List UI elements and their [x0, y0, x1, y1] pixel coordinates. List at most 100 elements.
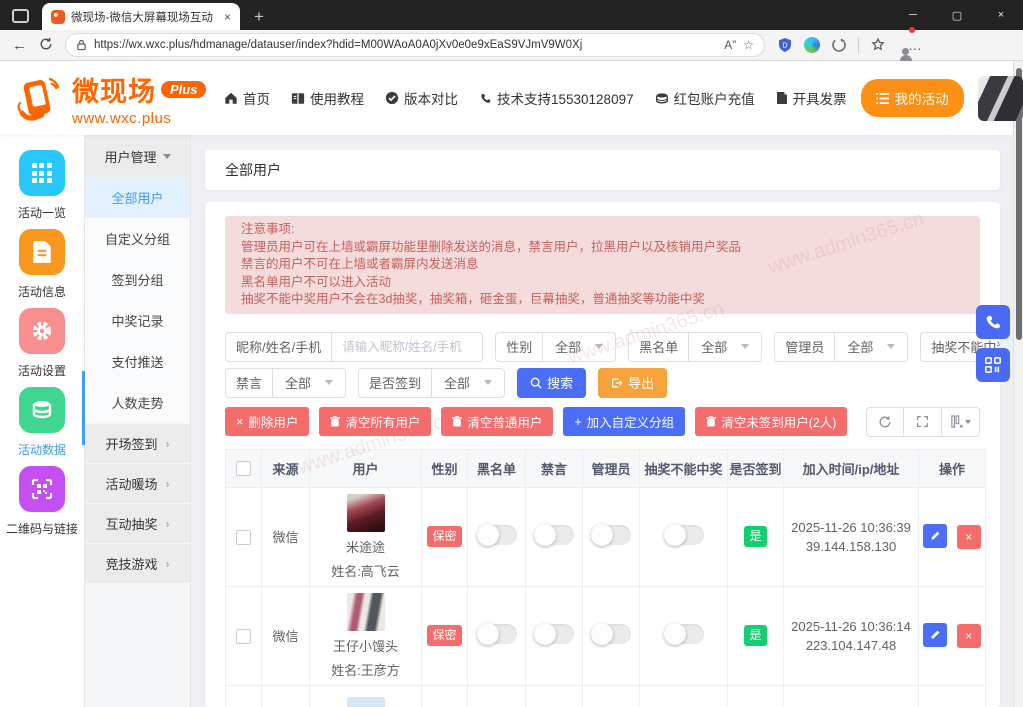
contact-phone-button[interactable] [976, 305, 1010, 339]
delete-users-button[interactable]: ×删除用户 [225, 407, 309, 436]
submenu-item-custom-groups[interactable]: 自定义分组 [85, 218, 190, 259]
table-header-row: 来源 用户 性别 黑名单 禁言 管理员 抽奖不能中奖 是否签到 加入时间/ip/… [226, 449, 986, 487]
collections-icon[interactable] [870, 37, 886, 53]
nowin-toggle[interactable] [664, 624, 704, 644]
submenu-item-headcount-trend[interactable]: 人数走势 [85, 382, 190, 423]
page-scrollbar[interactable] [1013, 61, 1023, 707]
delete-user-button[interactable]: × [957, 525, 981, 549]
row-checkbox[interactable] [236, 530, 251, 545]
user-realname: 姓名:王彦方 [331, 660, 400, 679]
maximize-button[interactable]: ▢ [935, 0, 979, 30]
edit-user-button[interactable] [923, 623, 947, 647]
col-source: 来源 [262, 449, 310, 487]
read-aloud-icon[interactable]: A” [724, 38, 736, 52]
mute-toggle[interactable] [534, 624, 574, 644]
gender-select[interactable]: 全部 [543, 337, 615, 356]
admin-toggle[interactable] [591, 624, 631, 644]
search-button[interactable]: 搜索 [517, 368, 586, 398]
close-button[interactable]: × [979, 0, 1023, 30]
grid-icon [19, 150, 65, 196]
nav-redpacket-recharge[interactable]: 红包账户充值 [655, 88, 755, 108]
submenu-group-games[interactable]: 竞技游戏› [85, 543, 190, 583]
minimize-button[interactable]: ─ [891, 0, 935, 30]
document-icon [776, 91, 788, 105]
sidebar-item-qrcode-links[interactable]: 二维码与链接 [6, 466, 78, 537]
nav-invoice[interactable]: 开具发票 [776, 88, 847, 108]
nav-tutorial[interactable]: 使用教程 [291, 88, 364, 108]
blacklist-toggle[interactable] [477, 624, 517, 644]
blacklist-select[interactable]: 全部 [689, 337, 761, 356]
database-icon [19, 387, 65, 433]
submenu-item-signin-groups[interactable]: 签到分组 [85, 259, 190, 300]
notice-line: 注意事项: [241, 221, 964, 239]
password-shield-icon[interactable]: D [777, 37, 793, 53]
site-logo[interactable]: 微现场 Plus www.wxc.plus [14, 70, 210, 127]
new-tab-button[interactable]: + [254, 8, 264, 25]
qrcode-panel-button[interactable] [976, 348, 1010, 382]
favorite-star-icon[interactable]: ☆ [743, 38, 754, 52]
export-button[interactable]: 导出 [598, 368, 667, 398]
chevron-right-icon: › [166, 437, 170, 451]
gear-icon [19, 308, 65, 354]
lock-icon [76, 39, 87, 51]
nav-version-compare[interactable]: 版本对比 [385, 88, 458, 108]
submenu-group-opening-signin[interactable]: 开场签到› [85, 423, 190, 463]
refresh-button[interactable] [39, 37, 53, 54]
admin-select[interactable]: 全部 [835, 337, 907, 356]
user-avatar [347, 697, 385, 707]
sidebar-item-activity-info[interactable]: 活动信息 [18, 229, 66, 300]
column-settings-button[interactable] [942, 407, 980, 437]
submenu-group-lucky-draw[interactable]: 互动抽奖› [85, 503, 190, 543]
mute-toggle[interactable] [534, 525, 574, 545]
keyword-input[interactable] [332, 340, 482, 354]
my-activity-button[interactable]: 我的活动 [861, 79, 964, 117]
filter-row-1: 昵称/姓名/手机 性别 全部 黑名单 全部 [225, 332, 980, 362]
keyword-filter: 昵称/姓名/手机 [225, 332, 483, 362]
x-icon: × [236, 415, 243, 429]
submenu-group-user-management[interactable]: 用户管理 [85, 135, 190, 177]
add-to-custom-group-button[interactable]: +加入自定义分组 [563, 407, 685, 436]
extension-icon[interactable] [831, 37, 847, 53]
signin-select[interactable]: 全部 [432, 373, 504, 392]
col-user: 用户 [310, 449, 422, 487]
select-all-checkbox[interactable] [236, 461, 251, 476]
submenu-item-win-records[interactable]: 中奖记录 [85, 300, 190, 341]
document-icon [19, 229, 65, 275]
tab-actions-icon[interactable] [12, 9, 29, 23]
clear-unsigned-users-button[interactable]: 清空未签到用户(2人) [695, 407, 847, 436]
settings-more-icon[interactable]: … [908, 37, 922, 53]
delete-user-button[interactable]: × [957, 624, 981, 648]
chevron-right-icon: › [166, 477, 170, 491]
submenu-item-payment-push[interactable]: 支付推送 [85, 341, 190, 382]
address-bar[interactable]: https://wx.wxc.plus/hdmanage/datauser/in… [65, 33, 765, 57]
chevron-down-icon [595, 344, 603, 349]
nav-tech-support[interactable]: 技术支持15530128097 [479, 88, 634, 108]
edit-user-button[interactable] [923, 524, 947, 548]
sidebar-item-activity-overview[interactable]: 活动一览 [18, 150, 66, 221]
tab-close-icon[interactable]: × [224, 10, 231, 24]
admin-toggle[interactable] [591, 525, 631, 545]
mute-select[interactable]: 全部 [273, 373, 345, 392]
x-icon: × [965, 530, 972, 544]
clear-all-users-button[interactable]: 清空所有用户 [319, 407, 431, 436]
submenu-group-warmup[interactable]: 活动暖场› [85, 463, 190, 503]
tab-title: 微现场-微信大屏幕现场互动服务 [71, 9, 213, 25]
row-checkbox[interactable] [236, 629, 251, 644]
nav-home[interactable]: 首页 [224, 88, 270, 108]
back-button[interactable]: ← [12, 38, 27, 53]
clear-normal-users-button[interactable]: 清空普通用户 [441, 407, 553, 436]
nowin-toggle[interactable] [664, 525, 704, 545]
submenu-item-all-users[interactable]: 全部用户 [85, 177, 190, 218]
sidebar-item-activity-data[interactable]: 活动数据 [18, 387, 66, 458]
signin-badge: 是 [744, 526, 766, 546]
browser-logo-icon[interactable] [804, 37, 820, 53]
plus-icon: + [574, 415, 581, 429]
sidebar-item-activity-settings[interactable]: 活动设置 [18, 308, 66, 379]
refresh-icon [878, 415, 892, 429]
user-avatar[interactable] [978, 76, 1023, 121]
refresh-table-button[interactable] [866, 407, 904, 437]
col-admin: 管理员 [583, 449, 640, 487]
blacklist-toggle[interactable] [477, 525, 517, 545]
browser-tab[interactable]: 微现场-微信大屏幕现场互动服务 × [42, 3, 240, 30]
fullscreen-button[interactable] [904, 407, 942, 437]
